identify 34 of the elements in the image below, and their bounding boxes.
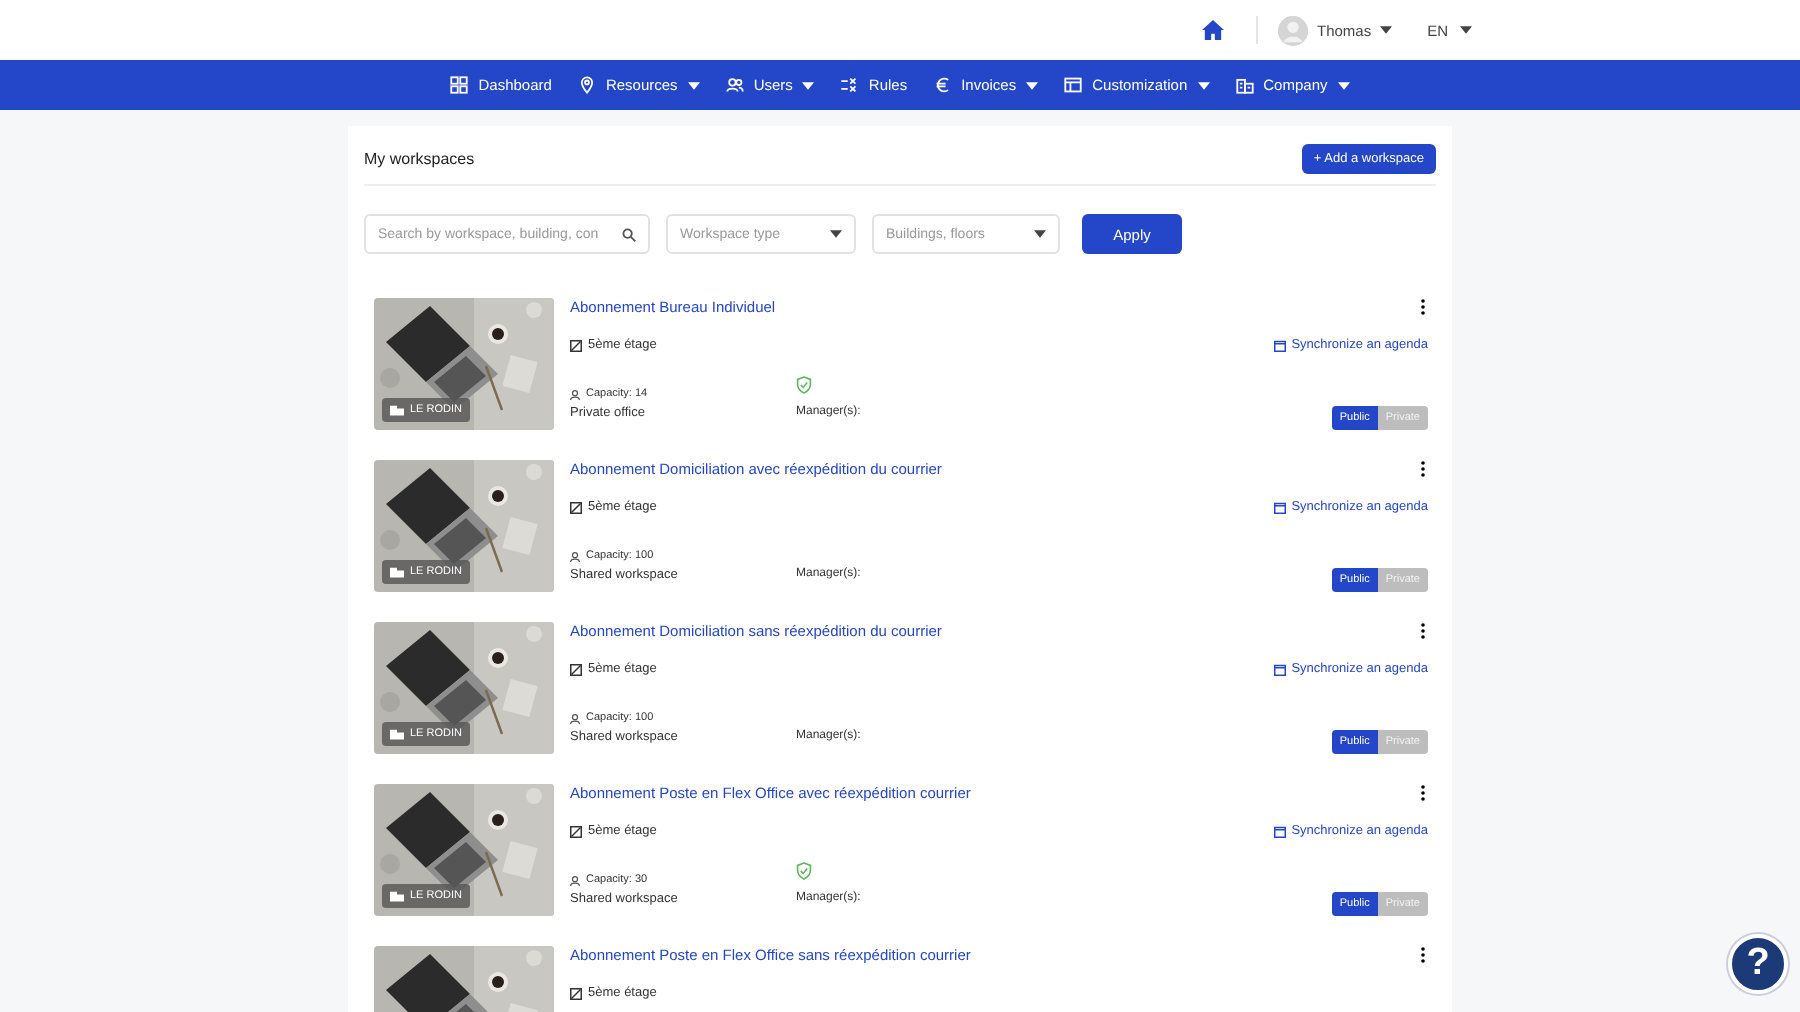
calendar-icon bbox=[1273, 825, 1286, 837]
floor-icon bbox=[570, 663, 582, 675]
users-icon bbox=[725, 76, 744, 94]
person-icon bbox=[570, 713, 580, 723]
more-options-icon[interactable] bbox=[1418, 298, 1428, 316]
home-icon[interactable] bbox=[1202, 20, 1225, 40]
card-icon bbox=[1064, 76, 1083, 94]
person-icon bbox=[570, 875, 580, 885]
calendar-icon bbox=[1273, 501, 1286, 513]
caret-icon bbox=[830, 230, 842, 238]
shield-check-icon bbox=[796, 376, 812, 394]
caret-icon bbox=[1034, 230, 1046, 238]
person-icon bbox=[570, 551, 580, 561]
calendar-icon bbox=[1273, 339, 1286, 351]
caret-icon bbox=[1460, 26, 1472, 34]
rules-icon bbox=[840, 76, 859, 94]
more-options-icon[interactable] bbox=[1418, 460, 1428, 478]
more-options-icon[interactable] bbox=[1418, 946, 1428, 964]
caret-icon bbox=[1379, 26, 1392, 34]
search-icon bbox=[622, 227, 636, 241]
pin-icon bbox=[577, 76, 596, 94]
help-button[interactable]: ? bbox=[1728, 934, 1788, 994]
dashboard-icon bbox=[450, 76, 469, 94]
more-options-icon[interactable] bbox=[1418, 784, 1428, 802]
calendar-icon bbox=[1273, 663, 1286, 675]
euro-icon bbox=[933, 76, 952, 94]
more-options-icon[interactable] bbox=[1418, 622, 1428, 640]
floor-icon bbox=[570, 501, 582, 513]
person-icon bbox=[570, 389, 580, 399]
shield-check-icon bbox=[796, 862, 812, 880]
page-title: My workspaces bbox=[364, 150, 475, 168]
floor-icon bbox=[570, 339, 582, 351]
floor-icon bbox=[570, 825, 582, 837]
floor-icon bbox=[570, 987, 582, 999]
